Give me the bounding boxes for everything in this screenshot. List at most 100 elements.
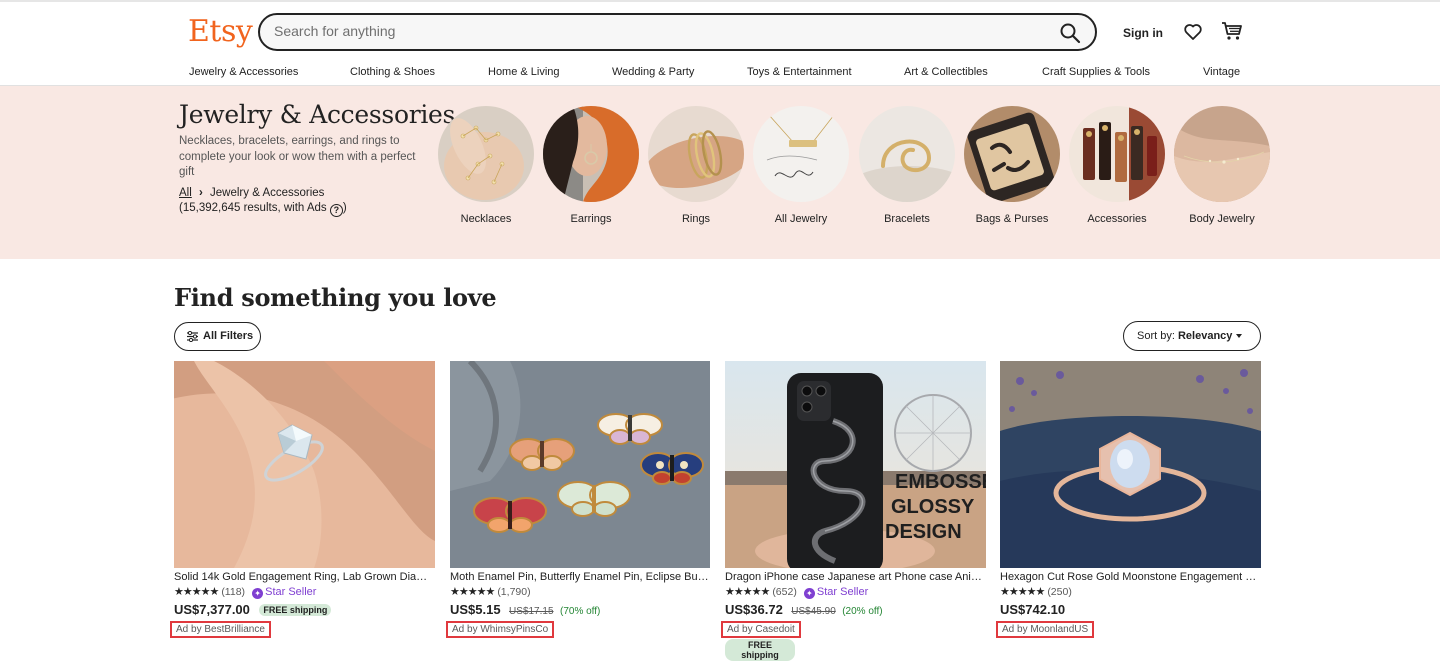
subcategory-rings[interactable]: Rings: [648, 106, 744, 225]
image-caption-design: DESIGN: [885, 521, 962, 543]
search-icon[interactable]: [1059, 22, 1081, 44]
subcategory-bracelets[interactable]: Bracelets: [859, 106, 955, 225]
nav-craft-supplies-tools[interactable]: Craft Supplies & Tools: [1042, 66, 1150, 78]
star-seller-label: Star Seller: [816, 586, 869, 598]
discount-percent: (20% off): [842, 606, 883, 617]
nav-toys-entertainment[interactable]: Toys & Entertainment: [747, 66, 852, 78]
subcategory-bags-purses[interactable]: Bags & Purses: [964, 106, 1060, 225]
nav-wedding-party[interactable]: Wedding & Party: [612, 66, 694, 78]
all-filters-label: All Filters: [203, 330, 254, 342]
star-rating-icon: ★★★★★: [1000, 586, 1045, 598]
subcategory-earrings[interactable]: Earrings: [543, 106, 639, 225]
bags-purses-image: [964, 106, 1060, 202]
shopping-cart-icon[interactable]: [1221, 20, 1243, 42]
caret-down-icon: [1236, 334, 1242, 338]
breadcrumb-all-link[interactable]: All: [179, 187, 192, 199]
subcategory-label: Body Jewelry: [1189, 213, 1255, 225]
product-image[interactable]: [1000, 361, 1261, 568]
price-row: US$742.10: [1000, 601, 1261, 619]
ad-by-shop-link[interactable]: Ad by MoonlandUS: [996, 621, 1095, 638]
favorites-heart-icon[interactable]: [1183, 22, 1203, 42]
free-shipping-badge: FREE shipping: [259, 604, 332, 616]
product-card[interactable]: Hexagon Cut Rose Gold Moonstone Engageme…: [996, 361, 1261, 638]
nav-clothing-shoes[interactable]: Clothing & Shoes: [350, 66, 435, 78]
subcategory-necklaces[interactable]: Necklaces: [438, 106, 534, 225]
star-rating-icon: ★★★★★: [725, 586, 770, 598]
review-count: (1,790): [497, 586, 531, 598]
star-rating-icon: ★★★★★: [174, 586, 219, 598]
search-input[interactable]: [274, 23, 1034, 39]
review-count: (118): [221, 586, 246, 598]
product-image[interactable]: [174, 361, 435, 568]
sort-value: Relevancy: [1177, 330, 1233, 342]
product-title[interactable]: Solid 14k Gold Engagement Ring, Lab Grow…: [174, 571, 435, 583]
ad-by-shop-link[interactable]: Ad by BestBrilliance: [170, 621, 271, 638]
subcategory-body-jewelry[interactable]: Body Jewelry: [1174, 106, 1270, 225]
breadcrumb: All › Jewelry & Accessories: [179, 187, 324, 199]
product-title[interactable]: Hexagon Cut Rose Gold Moonstone Engageme…: [1000, 571, 1261, 583]
subcategory-label: Necklaces: [460, 213, 512, 225]
product-price: US$5.15: [450, 602, 501, 617]
price-row: US$36.72 US$45.90 (20% off): [725, 601, 986, 619]
nav-jewelry-accessories[interactable]: Jewelry & Accessories: [189, 66, 298, 78]
subcategory-label: Accessories: [1087, 213, 1147, 225]
site-header: Etsy Sign in Jewelry & Accessories Cloth…: [0, 0, 1440, 86]
product-image[interactable]: [450, 361, 710, 568]
star-seller-badge: ✦ Star Seller: [252, 586, 317, 599]
product-rating: ★★★★★ (250): [1000, 585, 1261, 599]
product-image[interactable]: EMBOSSED GLOSSY DESIGN: [725, 361, 986, 568]
original-price: US$45.90: [791, 606, 836, 617]
price-row: US$7,377.00 FREE shipping: [174, 601, 435, 619]
product-card[interactable]: Solid 14k Gold Engagement Ring, Lab Grow…: [170, 361, 435, 638]
sort-prefix: Sort by:: [1137, 330, 1178, 342]
ad-by-shop-link[interactable]: Ad by Casedoit: [721, 621, 801, 638]
product-rating: ★★★★★ (652) ✦ Star Seller: [725, 585, 986, 599]
product-price: US$7,377.00: [174, 602, 250, 617]
product-card[interactable]: Moth Enamel Pin, Butterfly Enamel Pin, E…: [446, 361, 710, 638]
category-description: Necklaces, bracelets, earrings, and ring…: [179, 135, 416, 178]
product-price: US$742.10: [1000, 602, 1066, 617]
image-caption-embossed: EMBOSSED: [895, 471, 986, 493]
results-close-paren: ): [342, 202, 347, 214]
subcategory-accessories[interactable]: Accessories: [1069, 106, 1165, 225]
rings-image: [648, 106, 744, 202]
breadcrumb-current: Jewelry & Accessories: [210, 187, 325, 199]
nav-vintage[interactable]: Vintage: [1203, 66, 1240, 78]
all-jewelry-image: [753, 106, 849, 202]
sign-in-link[interactable]: Sign in: [1123, 26, 1163, 40]
star-seller-label: Star Seller: [265, 586, 317, 598]
product-title[interactable]: Dragon iPhone case Japanese art Phone ca…: [725, 571, 986, 583]
etsy-logo[interactable]: Etsy: [188, 14, 253, 49]
earrings-image: [543, 106, 639, 202]
all-filters-button[interactable]: All Filters: [174, 322, 261, 351]
star-seller-icon: ✦: [803, 588, 815, 599]
search-bar[interactable]: [258, 13, 1097, 51]
discount-percent: (70% off): [559, 606, 601, 617]
product-price: US$36.72: [725, 602, 783, 617]
image-caption-glossy: GLOSSY: [891, 496, 975, 518]
category-hero: Jewelry & Accessories Necklaces, bracele…: [0, 86, 1440, 259]
original-price: US$17.15: [509, 606, 554, 617]
subcategory-label: Rings: [681, 213, 711, 225]
page-title: Jewelry & Accessories: [179, 100, 456, 129]
star-seller-icon: ✦: [252, 588, 264, 599]
star-seller-badge: ✦ Star Seller: [803, 586, 869, 599]
subcategory-label: Bracelets: [884, 213, 930, 225]
subcategory-label: Earrings: [570, 213, 612, 225]
product-title[interactable]: Moth Enamel Pin, Butterfly Enamel Pin, E…: [450, 571, 710, 583]
subcategory-all-jewelry[interactable]: All Jewelry: [753, 106, 849, 225]
nav-home-living[interactable]: Home & Living: [488, 66, 560, 78]
product-card[interactable]: EMBOSSED GLOSSY DESIGN Dragon iPhone cas…: [721, 361, 986, 661]
breadcrumb-separator: ›: [198, 187, 203, 199]
section-heading: Find something you love: [174, 283, 497, 312]
sort-by-dropdown[interactable]: Sort by: Relevancy: [1123, 321, 1261, 351]
nav-art-collectibles[interactable]: Art & Collectibles: [904, 66, 988, 78]
free-shipping-badge: FREE shipping: [725, 639, 795, 661]
star-rating-icon: ★★★★★: [450, 586, 495, 598]
review-count: (652): [772, 586, 797, 598]
results-count: (15,392,645 results, with Ads ?): [179, 202, 347, 217]
help-icon[interactable]: ?: [329, 204, 343, 217]
accessories-image: [1069, 106, 1165, 202]
ad-by-shop-link[interactable]: Ad by WhimsyPinsCo: [446, 621, 555, 638]
review-count: (250): [1047, 586, 1072, 598]
